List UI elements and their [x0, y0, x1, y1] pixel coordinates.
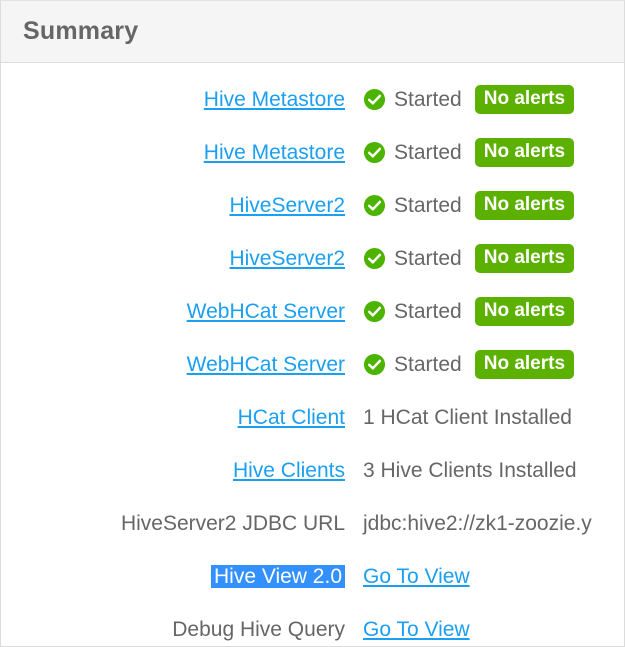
service-link-webhcat-server[interactable]: WebHCat Server: [187, 353, 345, 376]
service-link-hive-metastore[interactable]: Hive Metastore: [204, 88, 345, 111]
row-value: Started No alerts: [345, 244, 575, 273]
installed-count-text: 3 Hive Clients Installed: [363, 458, 577, 482]
service-link-hive-metastore[interactable]: Hive Metastore: [204, 141, 345, 164]
jdbc-url-value: jdbc:hive2://zk1-zoozie.y: [363, 511, 592, 535]
row-value: Started No alerts: [345, 350, 575, 379]
status-badge[interactable]: No alerts: [474, 350, 575, 379]
service-link-hiveserver2[interactable]: HiveServer2: [229, 194, 345, 217]
status-group: Started No alerts: [363, 244, 575, 273]
row-label: Debug Hive Query: [172, 617, 345, 641]
status-text: Started: [394, 140, 462, 164]
check-circle-icon: [363, 141, 386, 164]
row-value: Started No alerts: [345, 138, 575, 167]
table-row: Hive View 2.0 Go To View: [1, 550, 624, 603]
row-value: Go To View: [345, 565, 470, 588]
check-circle-icon: [363, 88, 386, 111]
status-text: Started: [394, 87, 462, 111]
status-text: Started: [394, 299, 462, 323]
table-row: WebHCat Server Started No alerts: [1, 338, 624, 391]
table-row: WebHCat Server Started No alerts: [1, 285, 624, 338]
check-circle-icon: [363, 353, 386, 376]
service-link-hiveserver2[interactable]: HiveServer2: [229, 247, 345, 270]
row-label: HCat Client: [1, 406, 345, 429]
status-badge[interactable]: No alerts: [474, 138, 575, 167]
summary-panel: Summary Hive Metastore Started No alerts: [0, 0, 625, 647]
status-group: Started No alerts: [363, 138, 575, 167]
row-label: Hive Clients: [1, 459, 345, 482]
row-value: 1 HCat Client Installed: [345, 406, 572, 429]
service-link-hive-clients[interactable]: Hive Clients: [233, 459, 345, 482]
table-row: Hive Metastore Started No alerts: [1, 126, 624, 179]
row-label: HiveServer2: [1, 247, 345, 270]
summary-list: Hive Metastore Started No alerts Hive Me…: [1, 63, 624, 646]
row-value: jdbc:hive2://zk1-zoozie.y: [345, 512, 592, 535]
hive-view-label-selected: Hive View 2.0: [210, 564, 345, 589]
check-circle-icon: [363, 247, 386, 270]
check-circle-icon: [363, 194, 386, 217]
table-row: Hive Clients 3 Hive Clients Installed: [1, 444, 624, 497]
row-label: Hive Metastore: [1, 141, 345, 164]
row-value: Started No alerts: [345, 297, 575, 326]
go-to-view-link-debug-hive-query[interactable]: Go To View: [363, 618, 470, 641]
service-link-webhcat-server[interactable]: WebHCat Server: [187, 300, 345, 323]
status-badge[interactable]: No alerts: [474, 297, 575, 326]
table-row: Debug Hive Query Go To View: [1, 603, 624, 646]
status-badge[interactable]: No alerts: [474, 244, 575, 273]
status-badge[interactable]: No alerts: [474, 191, 575, 220]
table-row: HiveServer2 Started No alerts: [1, 232, 624, 285]
page-title: Summary: [23, 17, 139, 45]
status-group: Started No alerts: [363, 350, 575, 379]
status-badge[interactable]: No alerts: [474, 85, 575, 114]
status-group: Started No alerts: [363, 191, 575, 220]
go-to-view-link-hive-view[interactable]: Go To View: [363, 565, 470, 588]
row-label: WebHCat Server: [1, 353, 345, 376]
row-value: Started No alerts: [345, 191, 575, 220]
row-label: HiveServer2: [1, 194, 345, 217]
table-row: Hive Metastore Started No alerts: [1, 73, 624, 126]
row-label: Hive Metastore: [1, 88, 345, 111]
check-circle-icon: [363, 300, 386, 323]
row-label: HiveServer2 JDBC URL: [120, 511, 345, 535]
table-row: HCat Client 1 HCat Client Installed: [1, 391, 624, 444]
status-group: Started No alerts: [363, 297, 575, 326]
table-row: HiveServer2 Started No alerts: [1, 179, 624, 232]
status-group: Started No alerts: [363, 85, 575, 114]
panel-header: Summary: [1, 1, 624, 63]
table-row: HiveServer2 JDBC URL jdbc:hive2://zk1-zo…: [1, 497, 624, 550]
row-value: Go To View: [345, 618, 470, 641]
row-value: Started No alerts: [345, 85, 575, 114]
installed-count-text: 1 HCat Client Installed: [363, 405, 572, 429]
status-text: Started: [394, 352, 462, 376]
status-text: Started: [394, 193, 462, 217]
service-link-hcat-client[interactable]: HCat Client: [238, 406, 345, 429]
row-value: 3 Hive Clients Installed: [345, 459, 577, 482]
row-label: Hive View 2.0: [1, 564, 345, 589]
row-label: WebHCat Server: [1, 300, 345, 323]
status-text: Started: [394, 246, 462, 270]
